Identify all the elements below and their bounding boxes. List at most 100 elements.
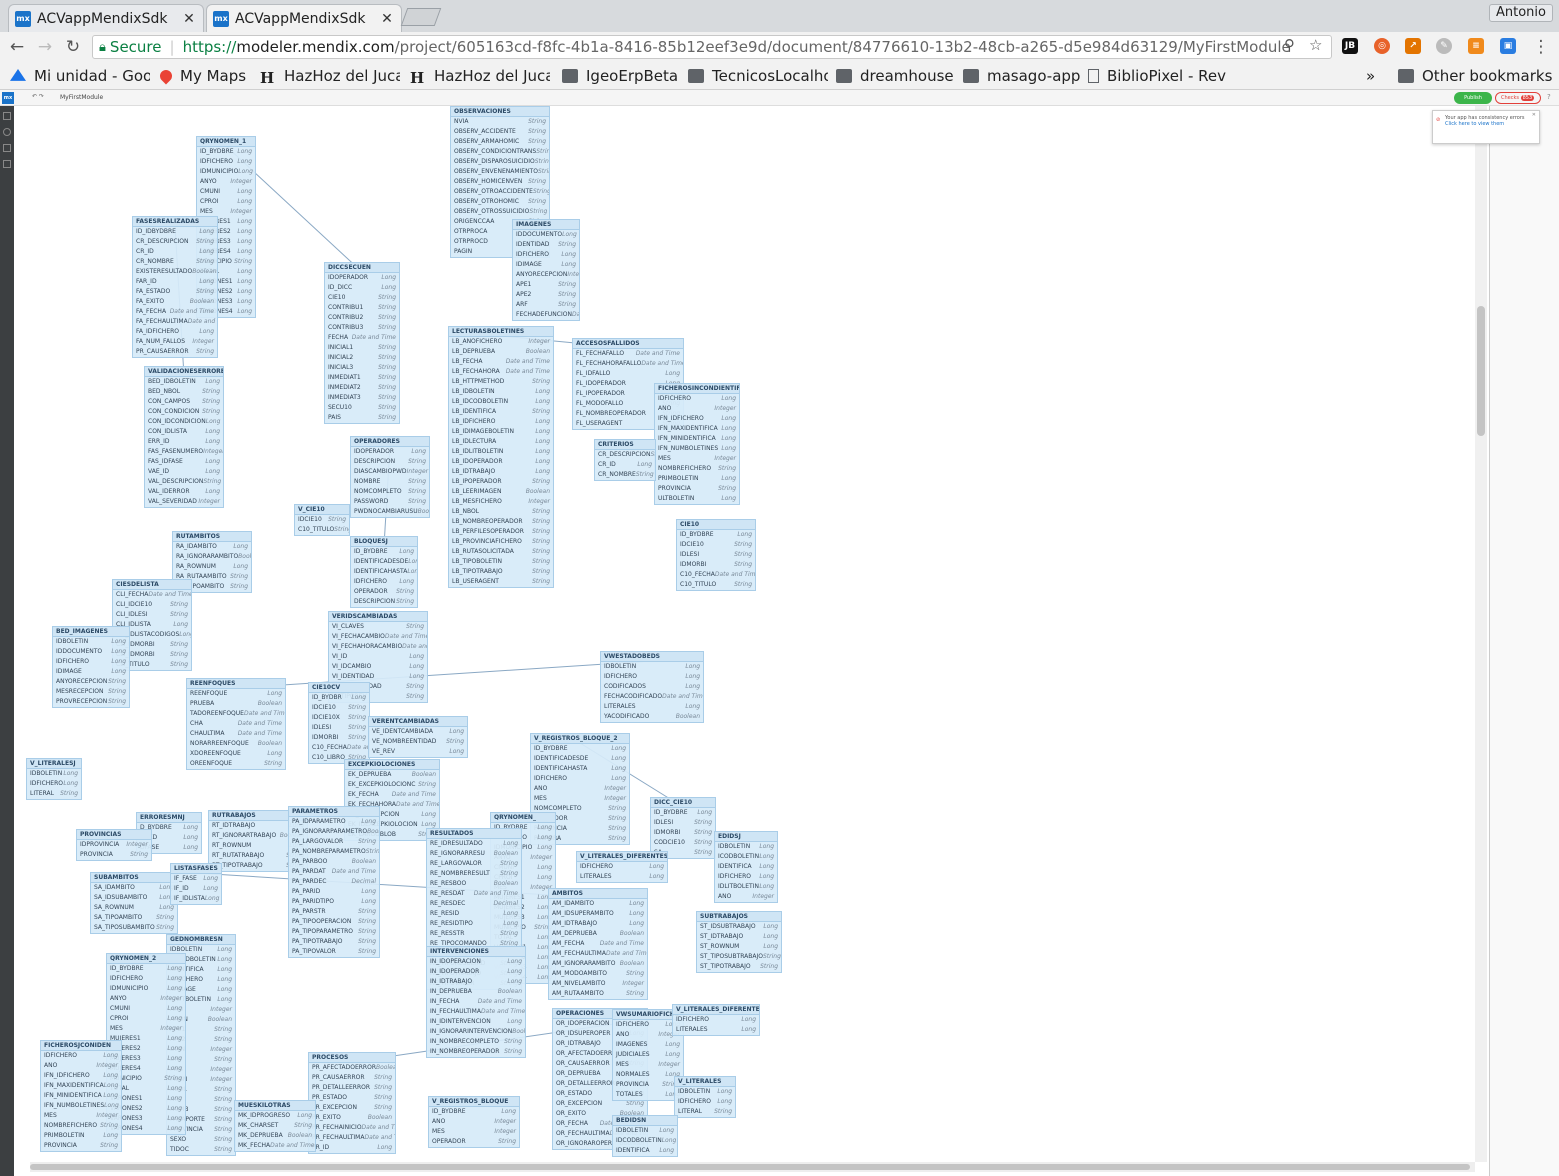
entity-attribute[interactable]: IDFICHERO Long (715, 872, 777, 882)
entity-attribute[interactable]: IDENTIFICAHASTALong (351, 567, 417, 577)
entity-attribute[interactable]: CR_DESCRIPCIONString (595, 450, 655, 460)
entity-attribute[interactable]: RE_RESID Long (427, 909, 521, 919)
entity-attribute[interactable]: IDMORBI String (309, 733, 369, 743)
entity-attribute[interactable]: CLI_IDCIE10 String (113, 600, 191, 610)
entity-attribute[interactable]: IDENTIFICADESDE Long (531, 754, 629, 764)
entity-attribute[interactable]: IFN_NUMBOLETINES Long (655, 444, 739, 454)
entity-attribute[interactable]: TADOREENFOQUE Date and Time (187, 709, 285, 719)
entity-attribute[interactable]: IDFICHERO Long (53, 657, 129, 667)
entity-attribute[interactable]: LB_PROVINCIAFICHERO String (449, 537, 553, 547)
entity-attribute[interactable]: ANO Integer (429, 1117, 519, 1127)
entity-attribute[interactable]: PROVRECEPCION String (53, 697, 129, 707)
entity-box[interactable]: BLOQUESJID_BYDBRELongIDENTIFICADESDELong… (350, 536, 418, 608)
entity-attribute[interactable]: PROVINCIAString (613, 1080, 683, 1090)
entity-box[interactable]: SUBAMBITOS SA_IDAMBITO Long SA_IDSUBAMBITO L… (90, 872, 178, 934)
entity-attribute[interactable]: FA_EXITO Boolean (133, 297, 217, 307)
entity-attribute[interactable]: PA_IDPARAMETRO Long (289, 817, 379, 827)
entity-attribute[interactable]: APE1 String (513, 280, 579, 290)
entity-attribute[interactable]: IN_IGNORARINTERVENCIONBoolean (427, 1027, 525, 1037)
new-tab-button[interactable] (400, 8, 442, 26)
entity-attribute[interactable]: RA_IGNORARAMBITOBoolean (173, 552, 251, 562)
entity-attribute[interactable]: INMEDIAT2 String (325, 383, 399, 393)
entity-attribute[interactable]: IDMORBI String (651, 828, 715, 838)
entity-attribute[interactable]: NOMBRE String (351, 477, 429, 487)
entity-attribute[interactable]: LITERALES Long (577, 872, 667, 882)
entity-attribute[interactable]: IN_IDTRABAJO Long (427, 977, 525, 987)
entity-attribute[interactable]: CON_CAMPOS String (145, 397, 223, 407)
entity-attribute[interactable]: OREENFOQUE String (187, 759, 285, 769)
entity-attribute[interactable]: PROVINCIAString (77, 850, 151, 860)
entity-attribute[interactable]: PAIS String (325, 413, 399, 423)
entity-attribute[interactable]: SA_TIPOSUBAMBITO String (91, 923, 177, 933)
entity-attribute[interactable]: OBSERV_OTROSSUICIDIO String (451, 207, 549, 217)
entity-attribute[interactable]: C10_FECHADate and Time (309, 743, 369, 753)
entity-attribute[interactable]: MK_FECHA Date and Time (235, 1141, 315, 1151)
entity-attribute[interactable]: PR_ESTADO String (309, 1093, 395, 1103)
entity-attribute[interactable]: ST_IDTRABAJO Long (697, 932, 781, 942)
entity-attribute[interactable]: C10_TITULOString (295, 525, 349, 535)
entity-attribute[interactable]: ULTBOLETIN Long (655, 494, 739, 504)
entity-attribute[interactable]: IDENTIFICA Long (715, 862, 777, 872)
entity-box[interactable]: AMBITOS AM_IDAMBITO Long AM_IDSUPERAMBITO Lo… (548, 888, 648, 1000)
entity-attribute[interactable]: LB_MESFICHERO Integer (449, 497, 553, 507)
entity-attribute[interactable]: OPERADOR String (429, 1137, 519, 1147)
entity-attribute[interactable]: ID_BYDBRE Long (651, 808, 715, 818)
document-breadcrumb[interactable]: MyFirstModule (60, 94, 103, 101)
entity-attribute[interactable]: LB_IDLITBOLETIN Long (449, 447, 553, 457)
entity-attribute[interactable]: IFN_IDFICHERO Long (655, 414, 739, 424)
entity-attribute[interactable]: VE_REV Long (369, 747, 467, 757)
entity-attribute[interactable]: IN_FECHA Date and Time (427, 997, 525, 1007)
entity-attribute[interactable]: OBSERV_OTROACCIDENTE String (451, 187, 549, 197)
entity-box[interactable]: SUBTRABAJOS ST_IDSUBTRABAJO Long ST_IDTRABA… (696, 911, 782, 973)
entity-attribute[interactable]: SA_ROWNUM Long (91, 903, 177, 913)
entity-attribute[interactable]: AM_NIVELAMBITO Integer (549, 979, 647, 989)
bookmark-item[interactable]: BiblioPixel - Rev (1088, 67, 1228, 85)
entity-attribute[interactable]: ST_TIPOTRABAJO String (697, 962, 781, 972)
entity-attribute[interactable]: IDBOLETIN Long (715, 842, 777, 852)
entity-attribute[interactable]: TOTALES Long (613, 1090, 683, 1100)
entity-attribute[interactable]: AM_RUTAAMBITO String (549, 989, 647, 999)
entity-attribute[interactable]: TIDOC String (167, 1145, 235, 1155)
entity-attribute[interactable]: ANYORECEPCION String (53, 677, 129, 687)
entity-attribute[interactable]: AM_DEPRUEBA Boolean (549, 929, 647, 939)
entity-attribute[interactable]: VAL_SEVERIDAD Integer (145, 497, 223, 507)
entity-attribute[interactable]: IDFICHERO Long (601, 672, 703, 682)
entity-attribute[interactable]: IDFICHERO Long (41, 1051, 121, 1061)
entity-attribute[interactable]: IFN_NUMBOLETINES Long (41, 1101, 121, 1111)
entity-attribute[interactable]: NORMALES Long (613, 1070, 683, 1080)
entity-attribute[interactable]: IN_FECHAULTIMA Date and Time (427, 1007, 525, 1017)
entity-attribute[interactable]: IDMUNICIPIOLong (197, 167, 255, 177)
entity-attribute[interactable]: OBSERV_ARMAHOMIC String (451, 137, 549, 147)
scroll-thumb[interactable] (30, 1164, 1470, 1170)
entity-attribute[interactable]: FECHADEFUNCIONDate and Time (513, 310, 579, 320)
entity-attribute[interactable]: MES Integer (107, 1024, 185, 1034)
entity-attribute[interactable]: DIASCAMBIOPWD Integer (351, 467, 429, 477)
entity-attribute[interactable]: VI_IDCAMBIO Long (329, 662, 427, 672)
entity-attribute[interactable]: PA_TIPOTRABAJO String (289, 937, 379, 947)
entity-attribute[interactable]: PR_EXITO Boolean (309, 1113, 395, 1123)
entity-attribute[interactable]: CLI_FECHA Date and Time (113, 590, 191, 600)
stories-icon[interactable] (3, 160, 11, 168)
association-line[interactable] (235, 660, 653, 689)
entity-attribute[interactable]: FL_IDFALLO Long (573, 369, 683, 379)
entity-attribute[interactable]: ID_BYDBRE Long (677, 530, 755, 540)
bookmark-item[interactable]: H HazHoz del Juca (410, 67, 550, 85)
entity-attribute[interactable]: VI_IDENTIDAD Long (329, 672, 427, 682)
entity-attribute[interactable]: LB_TIPOBOLETIN String (449, 557, 553, 567)
entity-attribute[interactable]: LB_HTTPMETHOD String (449, 377, 553, 387)
entity-attribute[interactable]: IN_DEPRUEBA Boolean (427, 987, 525, 997)
entity-box[interactable]: V_CIE10IDCIE10StringC10_TITULOString (294, 504, 350, 536)
entity-attribute[interactable]: ID_BYDBR Long (309, 693, 369, 703)
entity-attribute[interactable]: CON_IDLISTA Long (145, 427, 223, 437)
entity-attribute[interactable]: ERR_ID Long (145, 437, 223, 447)
entity-attribute[interactable]: CON_IDCONDICION Long (145, 417, 223, 427)
entity-attribute[interactable]: CPROI Long (107, 1014, 185, 1024)
entity-attribute[interactable]: AM_IDTRABAJO Long (549, 919, 647, 929)
bookmark-item[interactable]: TecnicosLocalho (688, 67, 828, 85)
entity-attribute[interactable]: FA_FECHA Date and Time (133, 307, 217, 317)
bookmark-item[interactable]: IgeoErpBeta (562, 67, 680, 85)
entity-attribute[interactable]: LB_LEERIMAGEN Boolean (449, 487, 553, 497)
entity-attribute[interactable]: PWDNOCAMBIARUSUBoolean (351, 507, 429, 517)
bookmark-item[interactable]: H HazHoz del Juca (260, 67, 400, 85)
entity-attribute[interactable]: INICIAL1 String (325, 343, 399, 353)
